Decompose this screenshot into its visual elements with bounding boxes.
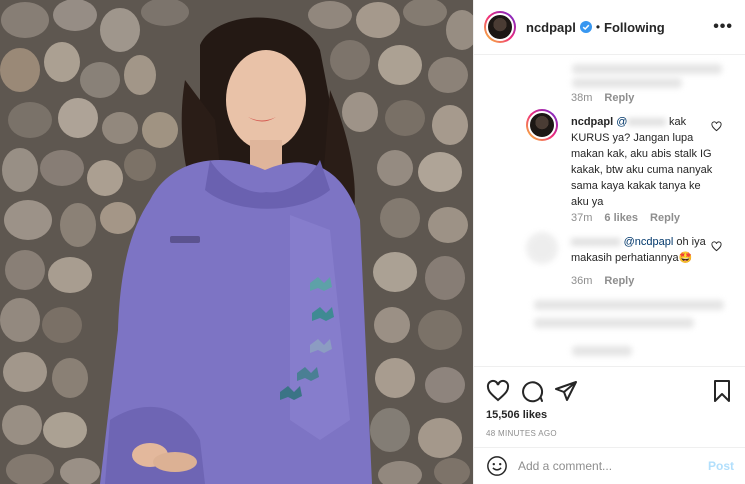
blurred-mention: xxxxxxx [627, 116, 666, 128]
post-photo[interactable] [0, 0, 473, 484]
save-bookmark-icon[interactable] [710, 379, 734, 403]
add-comment-bar: Post [474, 447, 745, 484]
blurred-comment-text [572, 64, 722, 74]
commenter-avatar[interactable] [526, 109, 558, 141]
comment-text: ncdpapl @xxxxxxx kak KURUS ya? Jangan lu… [571, 114, 721, 210]
mention-link[interactable]: @ncdpapl [624, 236, 674, 248]
comment-time: 37m [571, 212, 593, 224]
author-username[interactable]: ncdpapl [526, 20, 576, 35]
post-header: ncdpapl • Following ••• [474, 0, 745, 55]
blurred-comment-text [572, 78, 682, 88]
comments-list[interactable]: 38m Reply ncdpapl @xxxxxxx kak KURUS ya?… [474, 56, 745, 366]
comment-time: 38m [571, 92, 593, 104]
post-side-panel: ncdpapl • Following ••• 38m Reply ncdpap… [473, 0, 745, 484]
more-options-icon[interactable]: ••• [713, 18, 733, 36]
post-photo-illustration [0, 0, 473, 484]
blurred-comment-text [534, 300, 724, 310]
following-button[interactable]: Following [604, 20, 665, 35]
commenter-username[interactable]: ncdpapl [571, 116, 613, 128]
mention-link[interactable]: @ [616, 116, 627, 128]
reply-button[interactable]: Reply [604, 275, 634, 287]
post-comment-button[interactable]: Post [708, 459, 734, 473]
blurred-comment-text [534, 318, 694, 328]
comment-time: 36m [571, 275, 593, 287]
author-avatar[interactable] [484, 11, 516, 43]
comment-text-rest: KURUS ya? Jangan lupa makan kak, aku abi… [571, 132, 713, 208]
like-heart-icon[interactable] [486, 379, 510, 403]
comment-meta: 36m Reply [571, 275, 634, 287]
comment-meta: 38m Reply [571, 92, 634, 104]
like-comment-heart-icon[interactable] [711, 121, 722, 132]
verified-badge-icon [579, 21, 592, 33]
share-paper-plane-icon[interactable] [554, 379, 578, 403]
comment-meta: 37m 6 likes Reply [571, 212, 680, 224]
comment-bubble-icon[interactable] [520, 379, 544, 403]
comment-likes-count[interactable]: 6 likes [604, 212, 638, 224]
like-comment-heart-icon[interactable] [711, 241, 722, 252]
post-actions: 15,506 likes 48 MINUTES AGO [474, 366, 745, 438]
separator-dot: • [595, 20, 601, 34]
blurred-comment-text [572, 346, 632, 356]
blurred-username: xxxxxxxxx [571, 236, 621, 248]
add-comment-input[interactable] [518, 459, 708, 473]
emoji-star-struck: 🤩 [678, 252, 693, 264]
commenter-avatar[interactable] [526, 232, 558, 264]
comment-text-line1: kak [668, 116, 687, 128]
emoji-smiley-icon[interactable] [486, 455, 508, 477]
likes-count[interactable]: 15,506 likes [486, 409, 734, 421]
post-timestamp[interactable]: 48 MINUTES AGO [486, 429, 734, 438]
reply-button[interactable]: Reply [650, 212, 680, 224]
comment-text: xxxxxxxxx @ncdpapl oh iya makasih perhat… [571, 234, 721, 266]
reply-button[interactable]: Reply [604, 92, 634, 104]
